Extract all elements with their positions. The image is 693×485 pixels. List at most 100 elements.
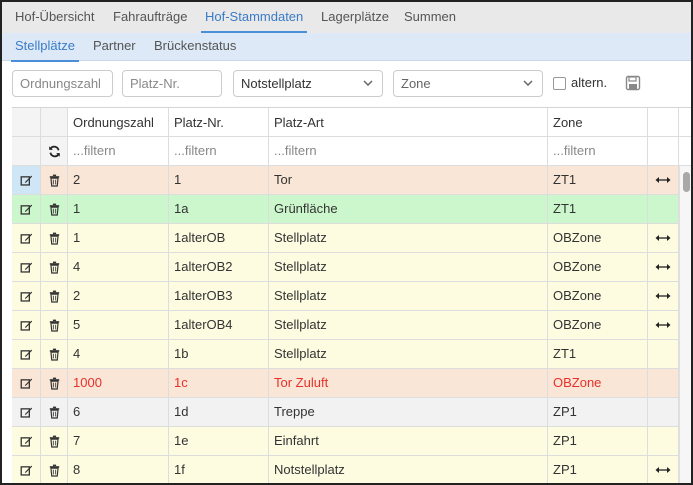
tab-summen[interactable]: Summen xyxy=(404,2,456,33)
table-row[interactable]: 2 1alterOB3 Stellplatz OBZone xyxy=(12,282,691,311)
header-platzart[interactable]: Platz-Art xyxy=(269,108,548,136)
cell-platzart: Stellplatz xyxy=(269,340,548,368)
link-cell-empty xyxy=(648,340,679,368)
table-row[interactable]: 5 1alterOB4 Stellplatz OBZone xyxy=(12,311,691,340)
platzart-column-filter-input[interactable] xyxy=(274,137,547,164)
trash-icon[interactable] xyxy=(41,340,68,368)
edit-icon[interactable] xyxy=(12,456,41,483)
double-arrow-icon[interactable] xyxy=(648,224,679,252)
filter-bar: Notstellplatz Zone altern. xyxy=(2,62,691,106)
trash-icon[interactable] xyxy=(41,224,68,252)
app-frame: Hof-Übersicht Fahraufträge Hof-Stammdate… xyxy=(0,0,693,485)
cell-platznr: 1a xyxy=(169,195,269,223)
ordnungszahl-column-filter[interactable] xyxy=(68,137,169,165)
cell-platzart: Treppe xyxy=(269,398,548,426)
header-zone[interactable]: Zone xyxy=(548,108,648,136)
filter-edit-col xyxy=(12,137,41,165)
edit-icon[interactable] xyxy=(12,369,41,397)
zone-column-filter-input[interactable] xyxy=(553,137,647,164)
edit-icon[interactable] xyxy=(12,398,41,426)
zone-column-filter[interactable] xyxy=(548,137,648,165)
double-arrow-icon[interactable] xyxy=(648,253,679,281)
double-arrow-icon[interactable] xyxy=(648,282,679,310)
cell-platzart: Stellplatz xyxy=(269,224,548,252)
cell-platznr: 1alterOB4 xyxy=(169,311,269,339)
platzart-column-filter[interactable] xyxy=(269,137,548,165)
trash-icon[interactable] xyxy=(41,398,68,426)
tab-hof-uebersicht[interactable]: Hof-Übersicht xyxy=(15,2,94,33)
edit-icon[interactable] xyxy=(12,311,41,339)
edit-icon[interactable] xyxy=(12,340,41,368)
stellplaetze-table: Ordnungszahl Platz-Nr. Platz-Art Zone 21… xyxy=(12,107,691,483)
ordnungszahl-filter-input[interactable] xyxy=(12,70,113,97)
cell-ordnungszahl: 8 xyxy=(68,456,169,483)
save-icon[interactable] xyxy=(625,75,641,91)
trash-icon[interactable] xyxy=(41,427,68,455)
cell-zone: ZT1 xyxy=(548,340,648,368)
chevron-down-icon xyxy=(523,80,533,86)
cell-ordnungszahl: 7 xyxy=(68,427,169,455)
table-row[interactable]: 7 1e Einfahrt ZP1 xyxy=(12,427,691,456)
cell-platznr: 1alterOB3 xyxy=(169,282,269,310)
cell-platzart: Grünfläche xyxy=(269,195,548,223)
header-delete-col xyxy=(41,108,68,136)
trash-icon[interactable] xyxy=(41,195,68,223)
platznr-filter-input[interactable] xyxy=(122,70,222,97)
cell-ordnungszahl: 2 xyxy=(68,166,169,194)
table-row[interactable]: 1 1alterOB Stellplatz OBZone xyxy=(12,224,691,253)
table-row[interactable]: 4 1b Stellplatz ZT1 xyxy=(12,340,691,369)
header-edit-col xyxy=(12,108,41,136)
edit-icon[interactable] xyxy=(12,195,41,223)
edit-icon[interactable] xyxy=(12,427,41,455)
platzart-select[interactable]: Notstellplatz xyxy=(233,70,383,97)
platznr-column-filter-input[interactable] xyxy=(174,137,268,164)
table-row[interactable]: 1 1a Grünfläche ZT1 xyxy=(12,195,691,224)
edit-icon[interactable] xyxy=(12,224,41,252)
tab-fahrauftraege[interactable]: Fahraufträge xyxy=(113,2,187,33)
tab-stellplaetze[interactable]: Stellplätze xyxy=(11,33,79,62)
altern-checkbox[interactable] xyxy=(553,77,566,90)
trash-icon[interactable] xyxy=(41,282,68,310)
refresh-icon[interactable] xyxy=(41,137,68,165)
tab-hof-stammdaten[interactable]: Hof-Stammdaten xyxy=(200,2,308,33)
cell-platznr: 1alterOB xyxy=(169,224,269,252)
table-row[interactable]: 6 1d Treppe ZP1 xyxy=(12,398,691,427)
edit-icon[interactable] xyxy=(12,166,41,194)
trash-icon[interactable] xyxy=(41,253,68,281)
header-platznr[interactable]: Platz-Nr. xyxy=(169,108,269,136)
table-scrollbar[interactable] xyxy=(679,166,691,483)
table-row[interactable]: 2 1 Tor ZT1 xyxy=(12,166,691,195)
trash-icon[interactable] xyxy=(41,166,68,194)
cell-platzart: Stellplatz xyxy=(269,282,548,310)
cell-platznr: 1d xyxy=(169,398,269,426)
cell-platznr: 1c xyxy=(169,369,269,397)
cell-ordnungszahl: 1 xyxy=(68,224,169,252)
tab-brueckenstatus[interactable]: Brückenstatus xyxy=(154,33,236,61)
zone-select[interactable]: Zone xyxy=(393,70,543,97)
cell-platzart: Tor Zuluft xyxy=(269,369,548,397)
double-arrow-icon[interactable] xyxy=(648,456,679,483)
edit-icon[interactable] xyxy=(12,253,41,281)
tab-partner[interactable]: Partner xyxy=(93,33,136,61)
cell-ordnungszahl: 1000 xyxy=(68,369,169,397)
table-row[interactable]: 8 1f Notstellplatz ZP1 xyxy=(12,456,691,483)
trash-icon[interactable] xyxy=(41,369,68,397)
table-row[interactable]: 1000 1c Tor Zuluft OBZone xyxy=(12,369,691,398)
tab-lagerplaetze[interactable]: Lagerplätze xyxy=(321,2,389,33)
table-row[interactable]: 4 1alterOB2 Stellplatz OBZone xyxy=(12,253,691,282)
scrollbar-thumb[interactable] xyxy=(683,172,690,192)
ordnungszahl-column-filter-input[interactable] xyxy=(73,137,168,164)
double-arrow-icon[interactable] xyxy=(648,166,679,194)
main-tab-bar: Hof-Übersicht Fahraufträge Hof-Stammdate… xyxy=(2,2,691,33)
cell-zone: ZP1 xyxy=(548,427,648,455)
double-arrow-icon[interactable] xyxy=(648,311,679,339)
platznr-column-filter[interactable] xyxy=(169,137,269,165)
trash-icon[interactable] xyxy=(41,456,68,483)
trash-icon[interactable] xyxy=(41,311,68,339)
cell-zone: OBZone xyxy=(548,369,648,397)
cell-zone: OBZone xyxy=(548,311,648,339)
edit-icon[interactable] xyxy=(12,282,41,310)
cell-ordnungszahl: 1 xyxy=(68,195,169,223)
cell-platznr: 1 xyxy=(169,166,269,194)
header-ordnungszahl[interactable]: Ordnungszahl xyxy=(68,108,169,136)
